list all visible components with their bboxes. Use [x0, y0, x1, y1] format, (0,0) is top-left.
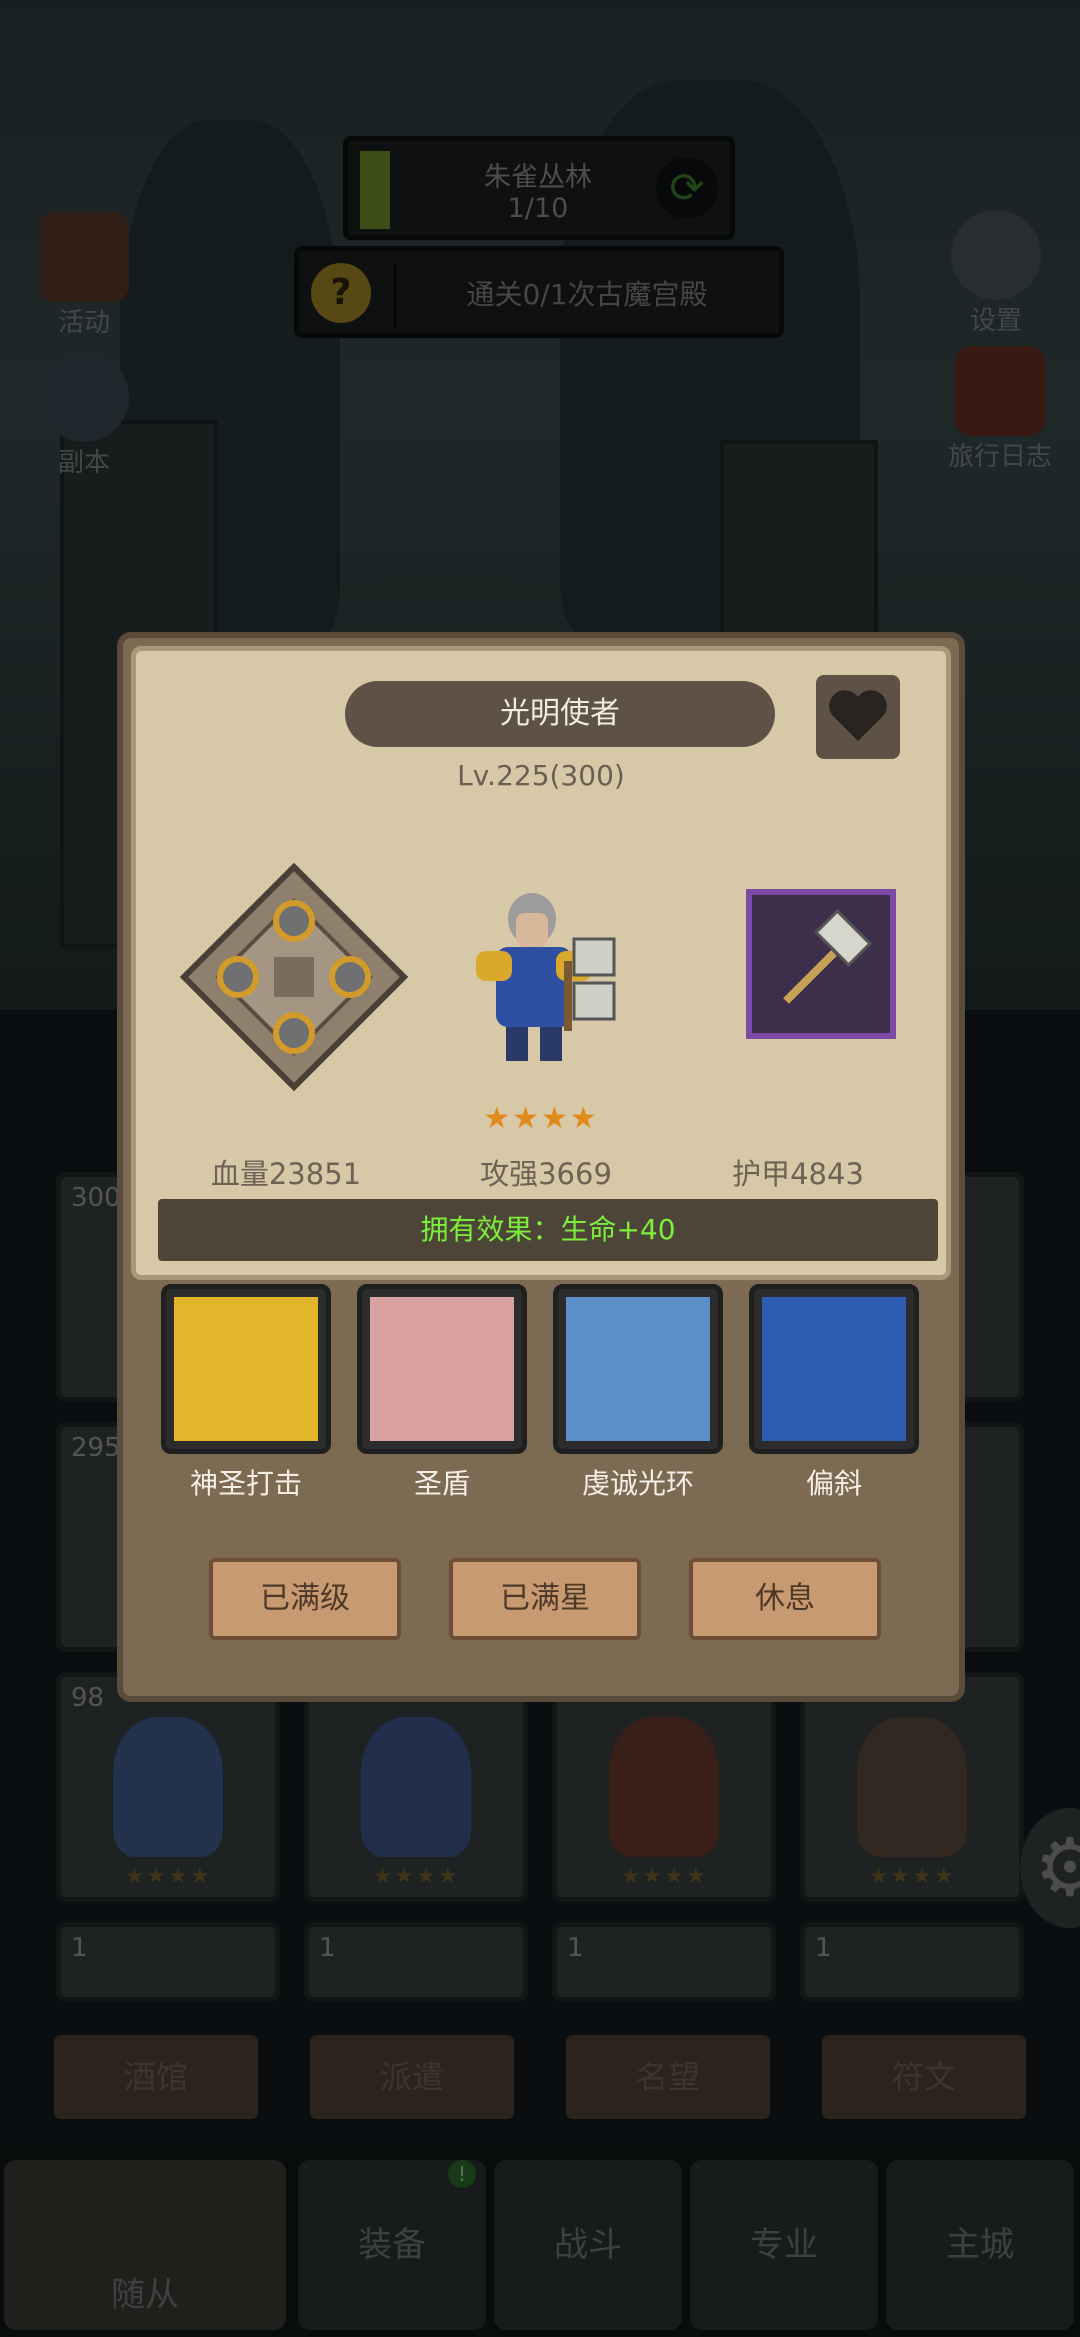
skill-deflection[interactable]: 偏斜	[749, 1284, 919, 1502]
hero-level: Lv.225(300)	[457, 759, 625, 792]
hero-info-panel: 光明使者 Lv.225(300) ★★★★ 血量23851 攻强3669 护甲4…	[131, 646, 951, 1280]
armor-stat: 护甲4843	[732, 1157, 864, 1191]
hero-name: 光明使者	[345, 681, 775, 747]
skill-holy-strike[interactable]: 神圣打击	[161, 1284, 331, 1502]
skill-label: 圣盾	[413, 1467, 470, 1500]
rune-slot-icon[interactable]	[178, 861, 410, 1093]
deflection-icon	[762, 1297, 906, 1441]
owned-effect: 拥有效果：生命+40	[158, 1199, 938, 1261]
hammer-icon	[783, 909, 872, 1004]
skill-label: 神圣打击	[189, 1467, 302, 1500]
heart-icon	[829, 690, 887, 741]
hp-stat: 血量23851	[210, 1157, 362, 1191]
max-level-button[interactable]: 已满级	[209, 1558, 401, 1640]
hero-detail-modal: 光明使者 Lv.225(300) ★★★★ 血量23851 攻强3669 护甲4…	[117, 632, 965, 1702]
attack-stat: 攻强3669	[480, 1157, 612, 1191]
skill-label: 偏斜	[805, 1467, 862, 1500]
skill-devotion-aura[interactable]: 虔诚光环	[553, 1284, 723, 1502]
holy-strike-icon	[174, 1297, 318, 1441]
favorite-button[interactable]	[816, 675, 900, 759]
hero-stars: ★★★★	[483, 1101, 599, 1136]
divine-shield-icon	[370, 1297, 514, 1441]
rest-button[interactable]: 休息	[689, 1558, 881, 1640]
hero-portrait	[476, 893, 616, 1061]
skill-divine-shield[interactable]: 圣盾	[357, 1284, 527, 1502]
skill-label: 虔诚光环	[581, 1467, 694, 1500]
max-star-button[interactable]: 已满星	[449, 1558, 641, 1640]
devotion-aura-icon	[566, 1297, 710, 1441]
weapon-slot[interactable]	[746, 889, 896, 1039]
